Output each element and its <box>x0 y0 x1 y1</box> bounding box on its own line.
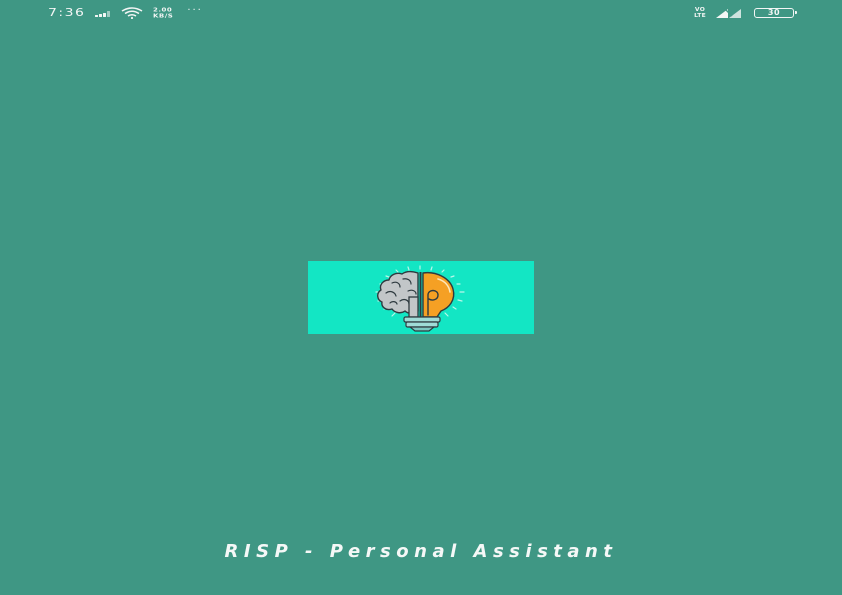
status-bar-right: VO LTE 30 <box>694 5 797 21</box>
clock: 7:36 <box>48 6 86 20</box>
brain-lightbulb-logo <box>375 265 465 332</box>
wifi-icon <box>121 7 143 19</box>
signal-strength-icon <box>95 9 110 17</box>
brain-half <box>377 270 419 318</box>
battery-level: 30 <box>767 8 781 17</box>
volte-indicator: VO LTE <box>694 7 706 19</box>
cellular-signal-icon <box>716 9 741 18</box>
status-bar: 7:36 2.00 KB/S ··· VO LTE 30 <box>0 0 842 26</box>
app-logo <box>308 261 534 334</box>
network-speed: 2.00 KB/S <box>153 7 173 19</box>
volte-bottom-label: LTE <box>694 12 706 19</box>
more-notifications-indicator: ··· <box>187 4 203 16</box>
battery-icon: 30 <box>754 8 797 18</box>
bulb-base <box>403 316 441 332</box>
network-speed-value: 2.00 <box>152 6 173 14</box>
bulb-half <box>422 271 455 318</box>
network-speed-unit: KB/S <box>152 12 174 20</box>
app-name: RISP - Personal Assistant <box>224 541 618 562</box>
status-bar-left: 7:36 2.00 KB/S ··· <box>48 3 203 23</box>
